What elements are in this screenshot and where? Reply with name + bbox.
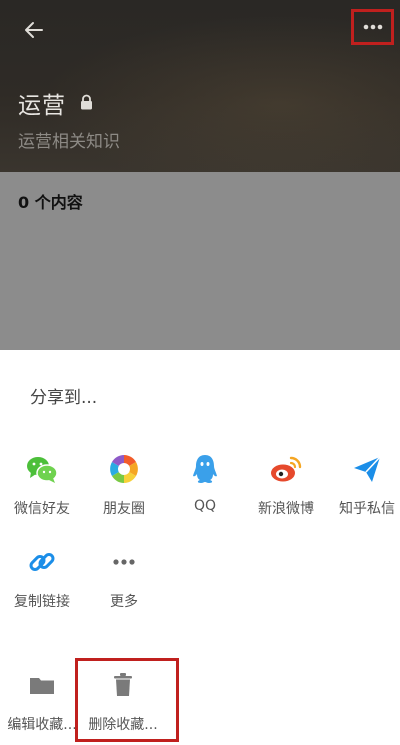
item-count: 0 个内容: [18, 193, 83, 212]
arrow-left-icon: [25, 22, 43, 38]
share-option-label: 朋友圈: [103, 501, 145, 517]
share-sheet-title: 分享到...: [30, 388, 98, 408]
share-weibo[interactable]: 新浪微博: [246, 452, 326, 518]
link-icon: [29, 553, 55, 571]
share-option-label: 知乎私信: [339, 501, 395, 517]
delete-highlight-box: [75, 658, 179, 742]
share-moments[interactable]: 朋友圈: [84, 452, 164, 518]
share-option-label: QQ: [193, 498, 217, 514]
share-zhihu-message[interactable]: 知乎私信: [327, 452, 400, 518]
back-button[interactable]: [22, 18, 46, 42]
copy-link-option[interactable]: 复制链接: [2, 545, 82, 611]
share-wechat-friend[interactable]: 微信好友: [2, 452, 82, 518]
more-share-option[interactable]: 更多: [84, 545, 164, 611]
weibo-icon: [271, 456, 302, 482]
share-option-label: 新浪微博: [258, 501, 314, 517]
more-dots-icon: [363, 24, 382, 30]
folder-icon: [30, 678, 54, 694]
send-icon: [354, 456, 381, 482]
more-options-button[interactable]: [351, 9, 394, 45]
more-dots-icon: [113, 559, 135, 565]
wechat-icon: [27, 457, 58, 483]
share-qq[interactable]: QQ: [165, 452, 245, 514]
edit-collection-button[interactable]: 编辑收藏...: [2, 668, 82, 734]
collection-title: 运营: [18, 93, 66, 119]
lock-icon: [81, 94, 92, 110]
share-option-label: 更多: [110, 594, 138, 610]
share-option-label: 微信好友: [14, 501, 70, 517]
moments-icon: [110, 455, 138, 483]
collection-subtitle: 运营相关知识: [18, 132, 120, 152]
qq-icon: [193, 455, 217, 483]
share-option-label: 复制链接: [14, 594, 70, 610]
action-label: 编辑收藏...: [7, 717, 77, 733]
